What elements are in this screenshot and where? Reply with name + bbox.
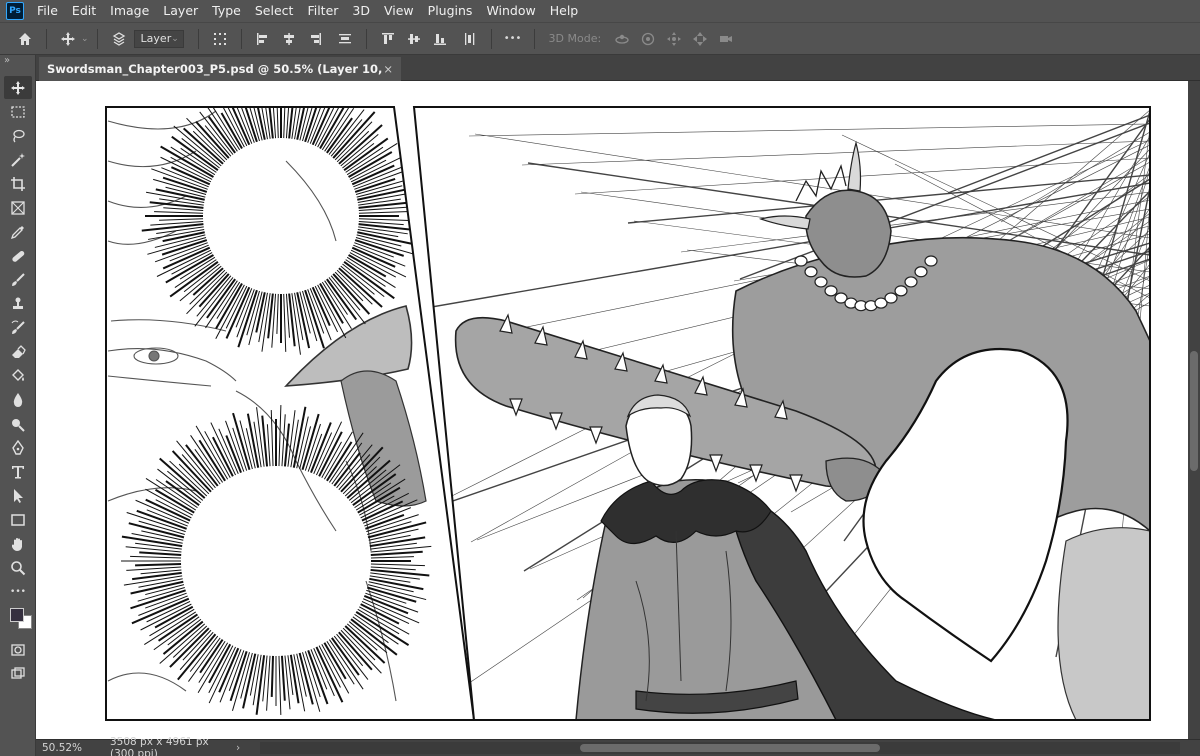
3d-orbit-icon[interactable] bbox=[611, 28, 633, 50]
eyedropper-tool-icon[interactable] bbox=[4, 220, 32, 243]
3d-camera-icon[interactable] bbox=[715, 28, 737, 50]
distribute-icon[interactable] bbox=[334, 28, 356, 50]
magic-wand-tool-icon[interactable] bbox=[4, 148, 32, 171]
hand-tool-icon[interactable] bbox=[4, 532, 32, 555]
frame-tool-icon[interactable] bbox=[4, 196, 32, 219]
menu-layer[interactable]: Layer bbox=[156, 0, 205, 22]
menu-help[interactable]: Help bbox=[543, 0, 586, 22]
pen-tool-icon[interactable] bbox=[4, 436, 32, 459]
edit-toolbar-icon[interactable]: ••• bbox=[4, 580, 32, 603]
document-tab-strip: Swordsman_Chapter003_P5.psd @ 50.5% (Lay… bbox=[36, 55, 1200, 100]
menu-file[interactable]: File bbox=[30, 0, 65, 22]
dodge-tool-icon[interactable] bbox=[4, 412, 32, 435]
align-center-icon[interactable] bbox=[278, 28, 300, 50]
marquee-tool-icon[interactable] bbox=[4, 100, 32, 123]
path-selection-tool-icon[interactable] bbox=[4, 484, 32, 507]
blur-tool-icon[interactable] bbox=[4, 388, 32, 411]
document-dimensions: 3508 px x 4961 px (300 ppi) bbox=[110, 736, 209, 756]
menu-filter[interactable]: Filter bbox=[300, 0, 345, 22]
menu-edit[interactable]: Edit bbox=[65, 0, 103, 22]
brush-tool-icon[interactable] bbox=[4, 268, 32, 291]
move-tool-icon[interactable] bbox=[4, 76, 32, 99]
foreground-color-swatch[interactable] bbox=[10, 608, 24, 622]
manga-page[interactable] bbox=[36, 81, 1188, 739]
healing-brush-tool-icon[interactable] bbox=[4, 244, 32, 267]
home-icon[interactable] bbox=[14, 28, 36, 50]
menu-window[interactable]: Window bbox=[479, 0, 542, 22]
auto-select-dropdown[interactable]: Layer ⌄ bbox=[133, 29, 184, 48]
menu-view[interactable]: View bbox=[377, 0, 421, 22]
status-menu-arrow[interactable]: › bbox=[236, 742, 250, 754]
horizontal-scrollbar[interactable] bbox=[260, 742, 1180, 754]
align-left-icon[interactable] bbox=[252, 28, 274, 50]
auto-select-value: Layer bbox=[140, 32, 172, 45]
document-canvas[interactable] bbox=[36, 81, 1188, 739]
status-bar: 50.52% 3508 px x 4961 px (300 ppi) › bbox=[36, 736, 1200, 756]
transform-controls-icon[interactable] bbox=[209, 28, 231, 50]
color-swatches[interactable] bbox=[4, 604, 32, 630]
paint-bucket-tool-icon[interactable] bbox=[4, 364, 32, 387]
distribute-vertical-icon[interactable] bbox=[459, 28, 481, 50]
3d-pan-icon[interactable] bbox=[663, 28, 685, 50]
vertical-scroll-thumb[interactable] bbox=[1190, 351, 1198, 471]
3d-mode-label: 3D Mode: bbox=[548, 32, 602, 45]
align-right-icon[interactable] bbox=[304, 28, 326, 50]
comic-artwork bbox=[105, 106, 1151, 721]
screen-mode-icon[interactable] bbox=[4, 662, 32, 685]
3d-slide-icon[interactable] bbox=[689, 28, 711, 50]
type-tool-icon[interactable] bbox=[4, 460, 32, 483]
align-top-icon[interactable] bbox=[377, 28, 399, 50]
lasso-tool-icon[interactable] bbox=[4, 124, 32, 147]
eraser-tool-icon[interactable] bbox=[4, 340, 32, 363]
menu-image[interactable]: Image bbox=[103, 0, 156, 22]
menu-3d[interactable]: 3D bbox=[345, 0, 377, 22]
document-tab[interactable]: Swordsman_Chapter003_P5.psd @ 50.5% (Lay… bbox=[39, 57, 401, 100]
vertical-scrollbar[interactable] bbox=[1188, 81, 1200, 739]
move-tool-icon[interactable] bbox=[57, 28, 79, 50]
auto-select-icon[interactable] bbox=[108, 28, 130, 50]
menu-type[interactable]: Type bbox=[205, 0, 248, 22]
chevron-down-icon[interactable]: ⌄ bbox=[81, 34, 89, 44]
align-middle-icon[interactable] bbox=[403, 28, 425, 50]
horizontal-scroll-thumb[interactable] bbox=[580, 744, 880, 752]
quick-mask-icon[interactable] bbox=[4, 638, 32, 661]
photoshop-logo: Ps bbox=[6, 2, 24, 20]
history-brush-tool-icon[interactable] bbox=[4, 316, 32, 339]
panel-action bbox=[414, 107, 1150, 720]
crop-tool-icon[interactable] bbox=[4, 172, 32, 195]
chevron-down-icon: ⌄ bbox=[171, 33, 179, 44]
tools-panel: » ••• bbox=[0, 55, 36, 756]
panel-collapse-icon[interactable]: » bbox=[0, 55, 35, 75]
3d-roll-icon[interactable] bbox=[637, 28, 659, 50]
clone-stamp-tool-icon[interactable] bbox=[4, 292, 32, 315]
menu-select[interactable]: Select bbox=[248, 0, 301, 22]
options-bar: ⌄ Layer ⌄ ••• 3D Mode: bbox=[0, 22, 1200, 55]
more-options-icon[interactable]: ••• bbox=[502, 28, 524, 50]
menu-bar: Ps File Edit Image Layer Type Select Fil… bbox=[0, 0, 1200, 22]
zoom-tool-icon[interactable] bbox=[4, 556, 32, 579]
align-bottom-icon[interactable] bbox=[429, 28, 451, 50]
menu-plugins[interactable]: Plugins bbox=[421, 0, 480, 22]
rectangle-tool-icon[interactable] bbox=[4, 508, 32, 531]
zoom-level[interactable]: 50.52% bbox=[36, 742, 96, 754]
close-icon[interactable]: × bbox=[383, 57, 393, 81]
